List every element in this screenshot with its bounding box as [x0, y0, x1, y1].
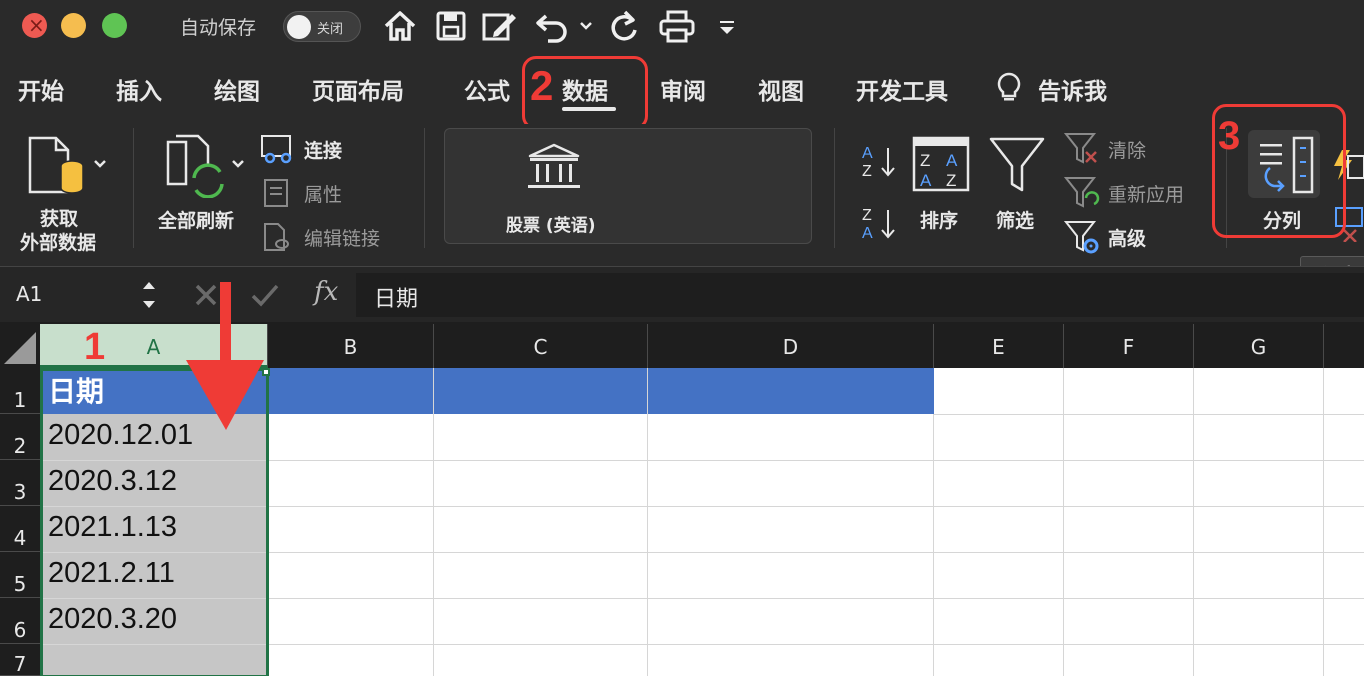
ribbon-separator — [834, 128, 835, 248]
customize-toolbar-icon[interactable] — [716, 8, 738, 44]
chevron-down-icon[interactable] — [230, 156, 246, 172]
insert-function-button[interactable]: fx — [314, 277, 338, 307]
stocks-label: 股票 (英语) — [506, 216, 596, 236]
column-header-f[interactable]: F — [1064, 324, 1194, 368]
lightbulb-icon — [997, 72, 1021, 101]
ribbon-tabs: 开始 插入 绘图 页面布局 公式 数据 审阅 视图 开发工具 告诉我 — [0, 52, 1364, 124]
ribbon-separator — [424, 128, 425, 248]
svg-text:Z: Z — [920, 151, 930, 170]
row-header-5[interactable]: 5 — [0, 552, 40, 598]
tab-draw[interactable]: 绘图 — [214, 72, 260, 106]
tab-review[interactable]: 审阅 — [660, 72, 706, 106]
home-icon[interactable] — [382, 8, 418, 44]
autosave-state: 关闭 — [317, 22, 344, 37]
tab-insert[interactable]: 插入 — [116, 72, 162, 106]
grid-line — [934, 414, 1364, 415]
formula-input[interactable]: 日期 — [356, 273, 1364, 317]
edit-document-icon[interactable] — [480, 8, 520, 44]
ribbon-separator — [133, 128, 134, 248]
autosave-toggle[interactable]: 关闭 — [283, 11, 361, 42]
svg-text:A: A — [946, 151, 958, 170]
advanced-filter-icon[interactable] — [1064, 220, 1100, 254]
sort-ascending-icon[interactable]: A Z — [860, 142, 898, 182]
chevron-down-icon[interactable] — [92, 156, 108, 172]
row-header-7[interactable]: 7 — [0, 644, 40, 676]
name-box[interactable]: A1 — [0, 267, 168, 323]
autosave-label: 自动保存 — [180, 17, 257, 39]
bank-icon — [528, 143, 580, 188]
reapply-icon[interactable] — [1064, 176, 1100, 210]
column-header-b[interactable]: B — [268, 324, 434, 368]
connections-icon[interactable] — [260, 134, 294, 164]
annotation-step-1: 1 — [84, 326, 106, 368]
tab-page-layout[interactable]: 页面布局 — [312, 72, 404, 106]
tab-home[interactable]: 开始 — [18, 72, 64, 106]
formula-input-value: 日期 — [374, 287, 419, 312]
get-data-label-line1: 获取 — [40, 208, 79, 230]
cell-a6[interactable]: 2020.3.20 — [42, 603, 266, 636]
title-bar: 自动保存 关闭 — [0, 0, 1364, 52]
cell-a3[interactable]: 2020.3.12 — [42, 465, 266, 498]
cell-a4[interactable]: 2021.1.13 — [42, 511, 266, 544]
toggle-knob — [287, 15, 311, 39]
refresh-all-icon[interactable] — [164, 134, 228, 198]
tab-formulas[interactable]: 公式 — [464, 72, 510, 106]
name-box-value: A1 — [16, 282, 43, 306]
select-all-corner-icon[interactable] — [0, 324, 40, 368]
print-icon[interactable] — [658, 8, 696, 44]
zoom-window-button[interactable] — [102, 13, 127, 38]
minimize-window-button[interactable] — [61, 13, 86, 38]
svg-text:A: A — [920, 171, 932, 190]
edit-links-label[interactable]: 编辑链接 — [304, 224, 380, 251]
row-header-3[interactable]: 3 — [0, 460, 40, 506]
tab-view[interactable]: 视图 — [758, 72, 804, 106]
get-external-data-icon[interactable] — [26, 134, 88, 198]
filter-icon[interactable] — [988, 136, 1046, 194]
filter-label[interactable]: 筛选 — [996, 206, 1034, 233]
column-header-e[interactable]: E — [934, 324, 1064, 368]
advanced-label[interactable]: 高级 — [1108, 224, 1146, 251]
row-header-6[interactable]: 6 — [0, 598, 40, 644]
undo-icon[interactable] — [534, 8, 574, 44]
svg-text:A: A — [862, 145, 873, 162]
clear-filter-icon[interactable] — [1064, 132, 1100, 166]
refresh-all-label[interactable]: 全部刷新 — [158, 206, 234, 233]
redo-icon[interactable] — [606, 8, 642, 44]
undo-dropdown-chevron-icon[interactable] — [578, 8, 594, 44]
svg-text:Z: Z — [862, 207, 872, 224]
column-header-c[interactable]: C — [434, 324, 648, 368]
sort-descending-icon[interactable]: Z A — [860, 204, 898, 244]
edit-links-icon[interactable] — [262, 222, 294, 252]
row-header-2[interactable]: 2 — [0, 414, 40, 460]
red-arrow-icon — [186, 282, 264, 430]
properties-label[interactable]: 属性 — [304, 180, 342, 207]
svg-text:Z: Z — [862, 163, 872, 180]
row-header-4[interactable]: 4 — [0, 506, 40, 552]
annotation-step-3: 3 — [1218, 114, 1241, 158]
grid-line — [933, 414, 934, 676]
sort-label[interactable]: 排序 — [920, 206, 958, 233]
connections-label[interactable]: 连接 — [304, 136, 342, 163]
clear-label[interactable]: 清除 — [1108, 136, 1146, 163]
reapply-label[interactable]: 重新应用 — [1108, 180, 1184, 207]
stocks-data-type-gallery[interactable] — [444, 128, 812, 244]
tab-developer[interactable]: 开发工具 — [856, 72, 948, 106]
get-data-label-line2: 外部数据 — [20, 232, 97, 254]
annotation-step-2: 2 — [530, 62, 554, 109]
svg-text:A: A — [862, 225, 873, 242]
close-window-button[interactable] — [22, 13, 47, 38]
column-header-g[interactable]: G — [1194, 324, 1324, 368]
name-box-stepper-icon[interactable] — [140, 275, 158, 315]
column-header-d[interactable]: D — [648, 324, 934, 368]
save-icon[interactable] — [434, 8, 468, 44]
sort-icon[interactable]: Z A A Z — [912, 136, 970, 192]
properties-icon[interactable] — [262, 178, 290, 208]
tab-tell-me[interactable]: 告诉我 — [1038, 72, 1107, 106]
row-header-1[interactable]: 1 — [0, 368, 40, 414]
svg-text:Z: Z — [946, 171, 956, 190]
grid-line — [647, 368, 648, 676]
cell-a5[interactable]: 2021.2.11 — [42, 557, 266, 590]
grid-line — [433, 368, 434, 676]
